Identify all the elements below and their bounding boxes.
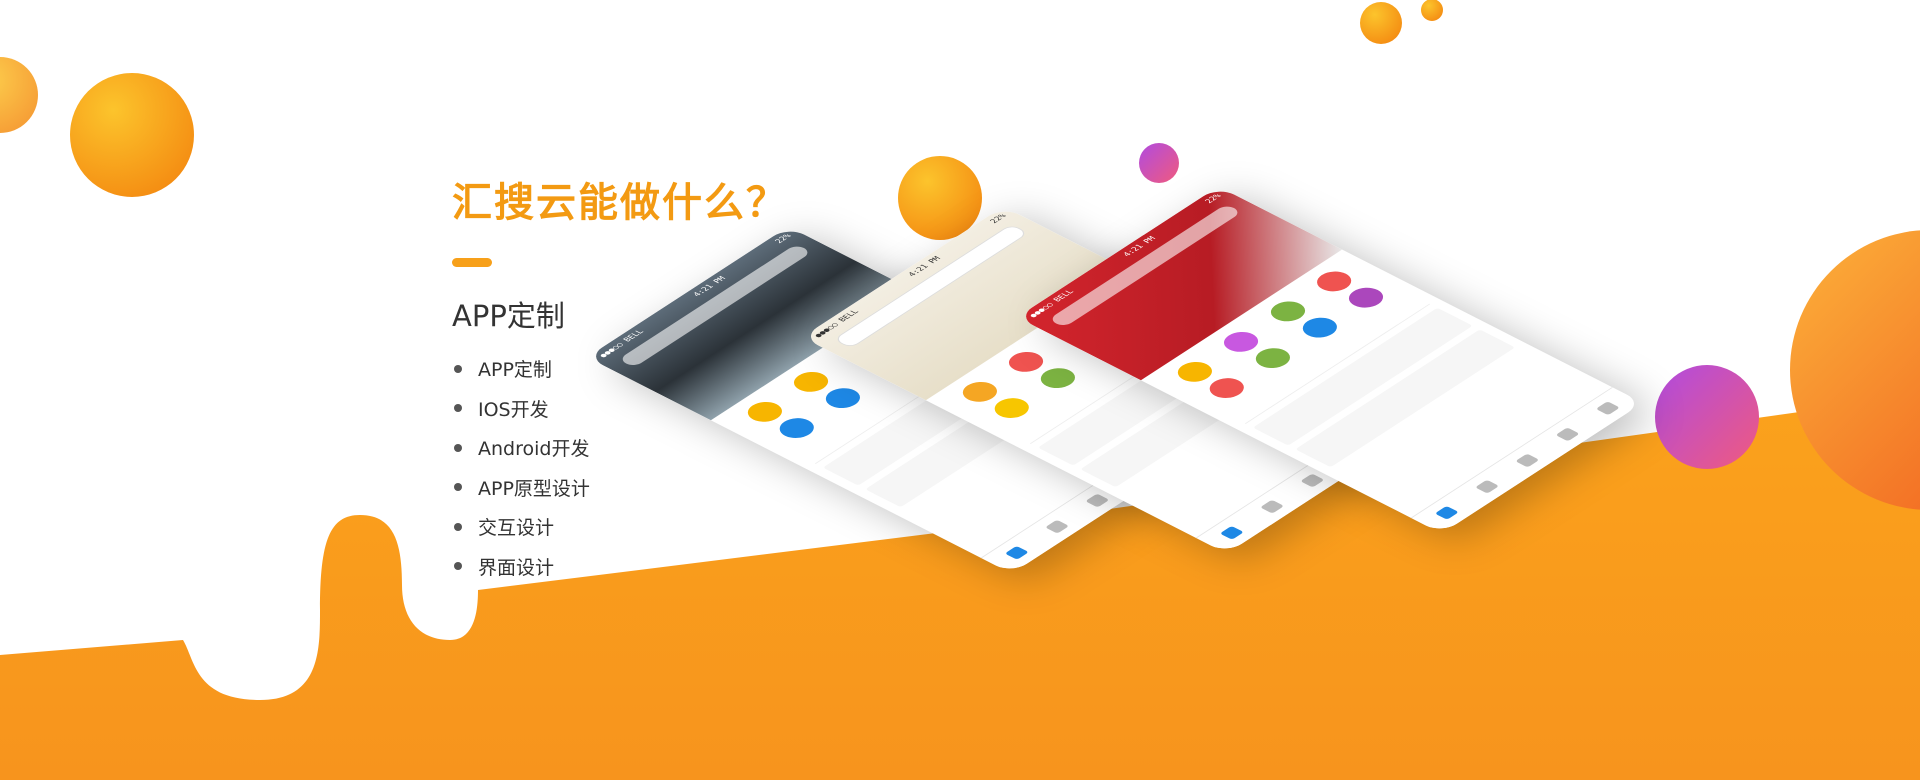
bubble-edge-left [0, 57, 38, 133]
tab-icon [1595, 401, 1620, 416]
tab-icon [1474, 479, 1500, 494]
bullet-icon [454, 443, 462, 452]
tab-icon [1515, 453, 1540, 468]
bullet-icon [454, 364, 462, 373]
bullet-icon [454, 562, 462, 571]
tab-icon [1555, 427, 1580, 442]
bullet-icon [454, 404, 462, 413]
tab-icon [1085, 493, 1110, 508]
bullet-icon [454, 522, 462, 531]
bubble-top-2 [1421, 0, 1443, 21]
tab-icon [1219, 525, 1244, 540]
bullet-icon [454, 483, 462, 492]
tab-icon [1044, 519, 1070, 534]
app-category-icon [1263, 297, 1312, 326]
app-category-icon [1170, 358, 1219, 386]
phone-mockups: ●●●○○ BELL 4:21 PM 22% ●●●○○ BELL 4:21 PM 22… [587, 120, 1680, 680]
bubble-large-left [70, 73, 194, 197]
bubble-top-1 [1360, 2, 1402, 44]
accent-bar [452, 258, 492, 267]
app-category-icon [1310, 267, 1359, 296]
app-category-icon [740, 398, 789, 426]
tab-icon [1300, 473, 1325, 488]
banner: 汇搜云能做什么？ APP定制 APP定制 IOS开发 Android开发 APP… [0, 0, 1920, 780]
tab-icon [1434, 505, 1459, 520]
tab-icon [1259, 499, 1285, 514]
phone-tab-bar [1410, 387, 1643, 534]
app-category-icon [955, 378, 1004, 406]
app-category-icon [1217, 327, 1266, 356]
app-category-icon [787, 367, 836, 396]
app-category-icon [1002, 347, 1051, 376]
tab-icon [1004, 545, 1029, 560]
